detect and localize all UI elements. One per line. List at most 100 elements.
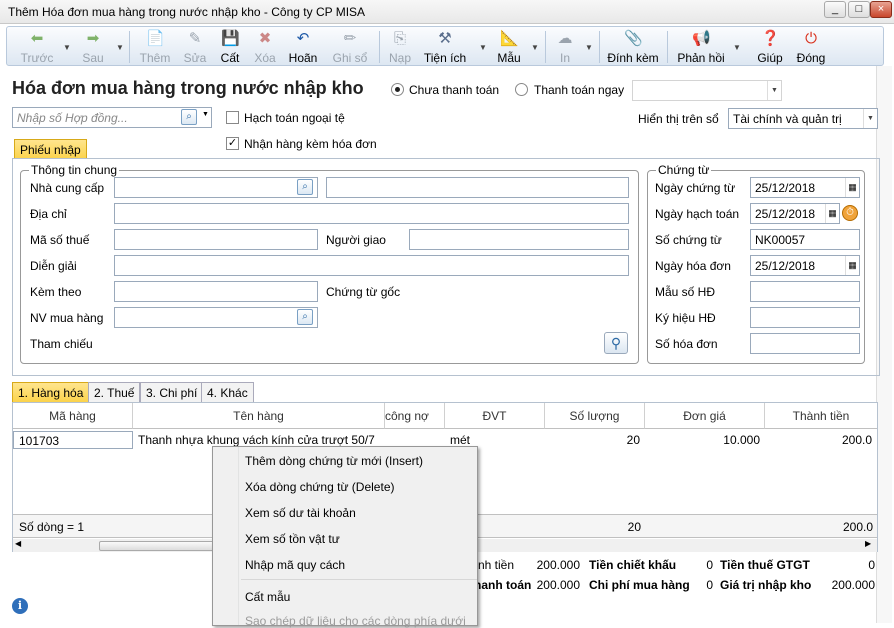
- payment-method-select[interactable]: ▼: [632, 80, 782, 101]
- info-icon[interactable]: i: [12, 598, 28, 614]
- delete-icon: ✖: [258, 30, 272, 47]
- tab-tax[interactable]: 2. Thuế: [88, 382, 141, 402]
- load-icon: ⎘: [393, 30, 406, 47]
- template-button[interactable]: 📐 Mẫu: [493, 30, 525, 65]
- toolbar-separator: [667, 31, 668, 63]
- calendar-icon[interactable]: ▦: [845, 178, 859, 197]
- maximize-button[interactable]: □: [848, 1, 870, 18]
- feedback-dropdown-icon[interactable]: ▼: [733, 43, 741, 52]
- invoice-date-input[interactable]: 25/12/2018 ▦: [750, 255, 860, 276]
- close-button[interactable]: ⏻ Đóng: [793, 30, 829, 65]
- col-header-qty[interactable]: Số lượng: [545, 403, 645, 429]
- vat-label: Tiền thuế GTGT: [720, 558, 810, 572]
- voucher-no-input[interactable]: NK00057: [750, 229, 860, 250]
- cell-price[interactable]: 10.000: [645, 431, 765, 449]
- close-window-button[interactable]: ×: [870, 1, 892, 18]
- search-contract-icon[interactable]: ⌕: [181, 109, 197, 125]
- toolbar-separator: [599, 31, 600, 63]
- menu-gutter: [213, 447, 239, 625]
- menu-item-save-template[interactable]: Cất mẫu: [245, 590, 290, 604]
- unpaid-radio[interactable]: [391, 83, 404, 96]
- col-header-code[interactable]: Mã hàng: [13, 403, 133, 429]
- help-button[interactable]: ❓ Giúp: [755, 30, 785, 65]
- sum-amount: 200.0: [842, 520, 873, 534]
- voucher-date-input[interactable]: 25/12/2018 ▦: [750, 177, 860, 198]
- col-header-price[interactable]: Đơn giá: [645, 403, 765, 429]
- col-header-unit[interactable]: ĐVT: [445, 403, 545, 429]
- col-header-amount[interactable]: Thành tiền: [765, 403, 877, 429]
- print-dropdown-icon[interactable]: ▼: [585, 43, 593, 52]
- foreign-accounting-checkbox[interactable]: [226, 111, 239, 124]
- reference-label: Tham chiếu: [30, 337, 93, 351]
- calendar-icon[interactable]: ▦: [845, 256, 859, 275]
- scroll-left-icon[interactable]: ◀: [15, 539, 21, 548]
- address-label: Địa chỉ: [30, 207, 67, 221]
- invoice-no-input[interactable]: [750, 333, 860, 354]
- col-header-name[interactable]: Tên hàng: [133, 403, 385, 429]
- delete-button[interactable]: ✖ Xóa: [249, 30, 281, 65]
- deliverer-input[interactable]: [409, 229, 629, 250]
- address-input[interactable]: [114, 203, 629, 224]
- posting-date-input[interactable]: 25/12/2018 ▦: [750, 203, 840, 224]
- tax-code-input[interactable]: [114, 229, 318, 250]
- utilities-dropdown-icon[interactable]: ▼: [479, 43, 487, 52]
- template-dropdown-icon[interactable]: ▼: [531, 43, 539, 52]
- voucher-date-value: 25/12/2018: [755, 181, 816, 195]
- col-header-debt[interactable]: công nợ: [385, 403, 445, 429]
- menu-item-stock[interactable]: Xem số tồn vật tư: [245, 532, 340, 546]
- contract-dropdown-icon[interactable]: ▼: [202, 111, 209, 118]
- prev-dropdown-icon[interactable]: ▼: [63, 43, 71, 52]
- search-supplier-icon[interactable]: ⌕: [297, 179, 313, 195]
- add-button[interactable]: 📄 Thêm: [135, 30, 175, 65]
- cell-code[interactable]: 101703: [13, 431, 133, 449]
- invoice-form-input[interactable]: [750, 281, 860, 302]
- cell-qty[interactable]: 20: [545, 431, 645, 449]
- tab-other[interactable]: 4. Khác: [201, 382, 254, 402]
- edit-button[interactable]: ✎ Sửa: [179, 30, 211, 65]
- utilities-button[interactable]: ⚒ Tiện ích: [421, 30, 469, 65]
- menu-item-spec[interactable]: Nhập mã quy cách: [245, 558, 345, 572]
- supplier-code-input[interactable]: [114, 177, 318, 198]
- page-title: Hóa đơn mua hàng trong nước nhập kho: [12, 78, 364, 98]
- pen-icon: ✏: [343, 30, 357, 47]
- next-button[interactable]: ➡ Sau: [73, 30, 113, 65]
- menu-item-copy-down[interactable]: Sao chép dữ liệu cho các dòng phía dưới: [245, 614, 466, 628]
- attached-input[interactable]: [114, 281, 318, 302]
- invoice-symbol-input[interactable]: [750, 307, 860, 328]
- undo-button[interactable]: ↶ Hoãn: [285, 30, 321, 65]
- attach-button[interactable]: 📎 Đính kèm: [605, 30, 661, 65]
- next-dropdown-icon[interactable]: ▼: [116, 43, 124, 52]
- prev-button[interactable]: ⬅ Trước: [15, 30, 59, 65]
- load-button[interactable]: ⎘ Nạp: [385, 30, 415, 65]
- receive-with-invoice-checkbox[interactable]: ✓: [226, 137, 239, 150]
- tab-cost[interactable]: 3. Chi phí: [140, 382, 204, 402]
- chevron-down-icon[interactable]: ▼: [767, 81, 781, 100]
- stock-value-label: Giá trị nhập kho: [720, 578, 812, 592]
- menu-item-delete[interactable]: Xóa dòng chứng từ (Delete): [245, 480, 394, 494]
- chevron-down-icon[interactable]: ▼: [863, 109, 877, 128]
- calendar-icon[interactable]: ▦: [825, 204, 839, 223]
- clock-icon[interactable]: ⏱: [842, 205, 858, 221]
- menu-item-account-balance[interactable]: Xem số dư tài khoản: [245, 506, 356, 520]
- feedback-button[interactable]: 📢 Phản hồi: [673, 30, 729, 65]
- paperclip-icon: 📎: [624, 30, 643, 47]
- description-label: Diễn giải: [30, 259, 77, 273]
- cell-amount[interactable]: 200.0: [765, 431, 877, 449]
- purchaser-input[interactable]: [114, 307, 318, 328]
- post-button[interactable]: ✏ Ghi sổ: [327, 30, 373, 65]
- display-on-book-select[interactable]: Tài chính và quản trị ▼: [728, 108, 878, 129]
- supplier-name-input[interactable]: [326, 177, 629, 198]
- title-bar: Thêm Hóa đơn mua hàng trong nước nhập kh…: [0, 0, 894, 24]
- tab-goods[interactable]: 1. Hàng hóa: [12, 382, 90, 402]
- minimize-button[interactable]: _: [824, 1, 846, 18]
- paid-now-radio[interactable]: [515, 83, 528, 96]
- scroll-right-icon[interactable]: ▶: [865, 539, 871, 548]
- tab-receipt[interactable]: Phiếu nhập: [14, 139, 87, 159]
- menu-item-insert[interactable]: Thêm dòng chứng từ mới (Insert): [245, 454, 423, 468]
- save-button[interactable]: 💾 Cất: [215, 30, 245, 65]
- search-purchaser-icon[interactable]: ⌕: [297, 309, 313, 325]
- magnifier-icon[interactable]: ⚲: [604, 332, 628, 354]
- window-title: Thêm Hóa đơn mua hàng trong nước nhập kh…: [8, 5, 366, 19]
- description-input[interactable]: [114, 255, 629, 276]
- print-button[interactable]: ☁ In: [551, 30, 579, 65]
